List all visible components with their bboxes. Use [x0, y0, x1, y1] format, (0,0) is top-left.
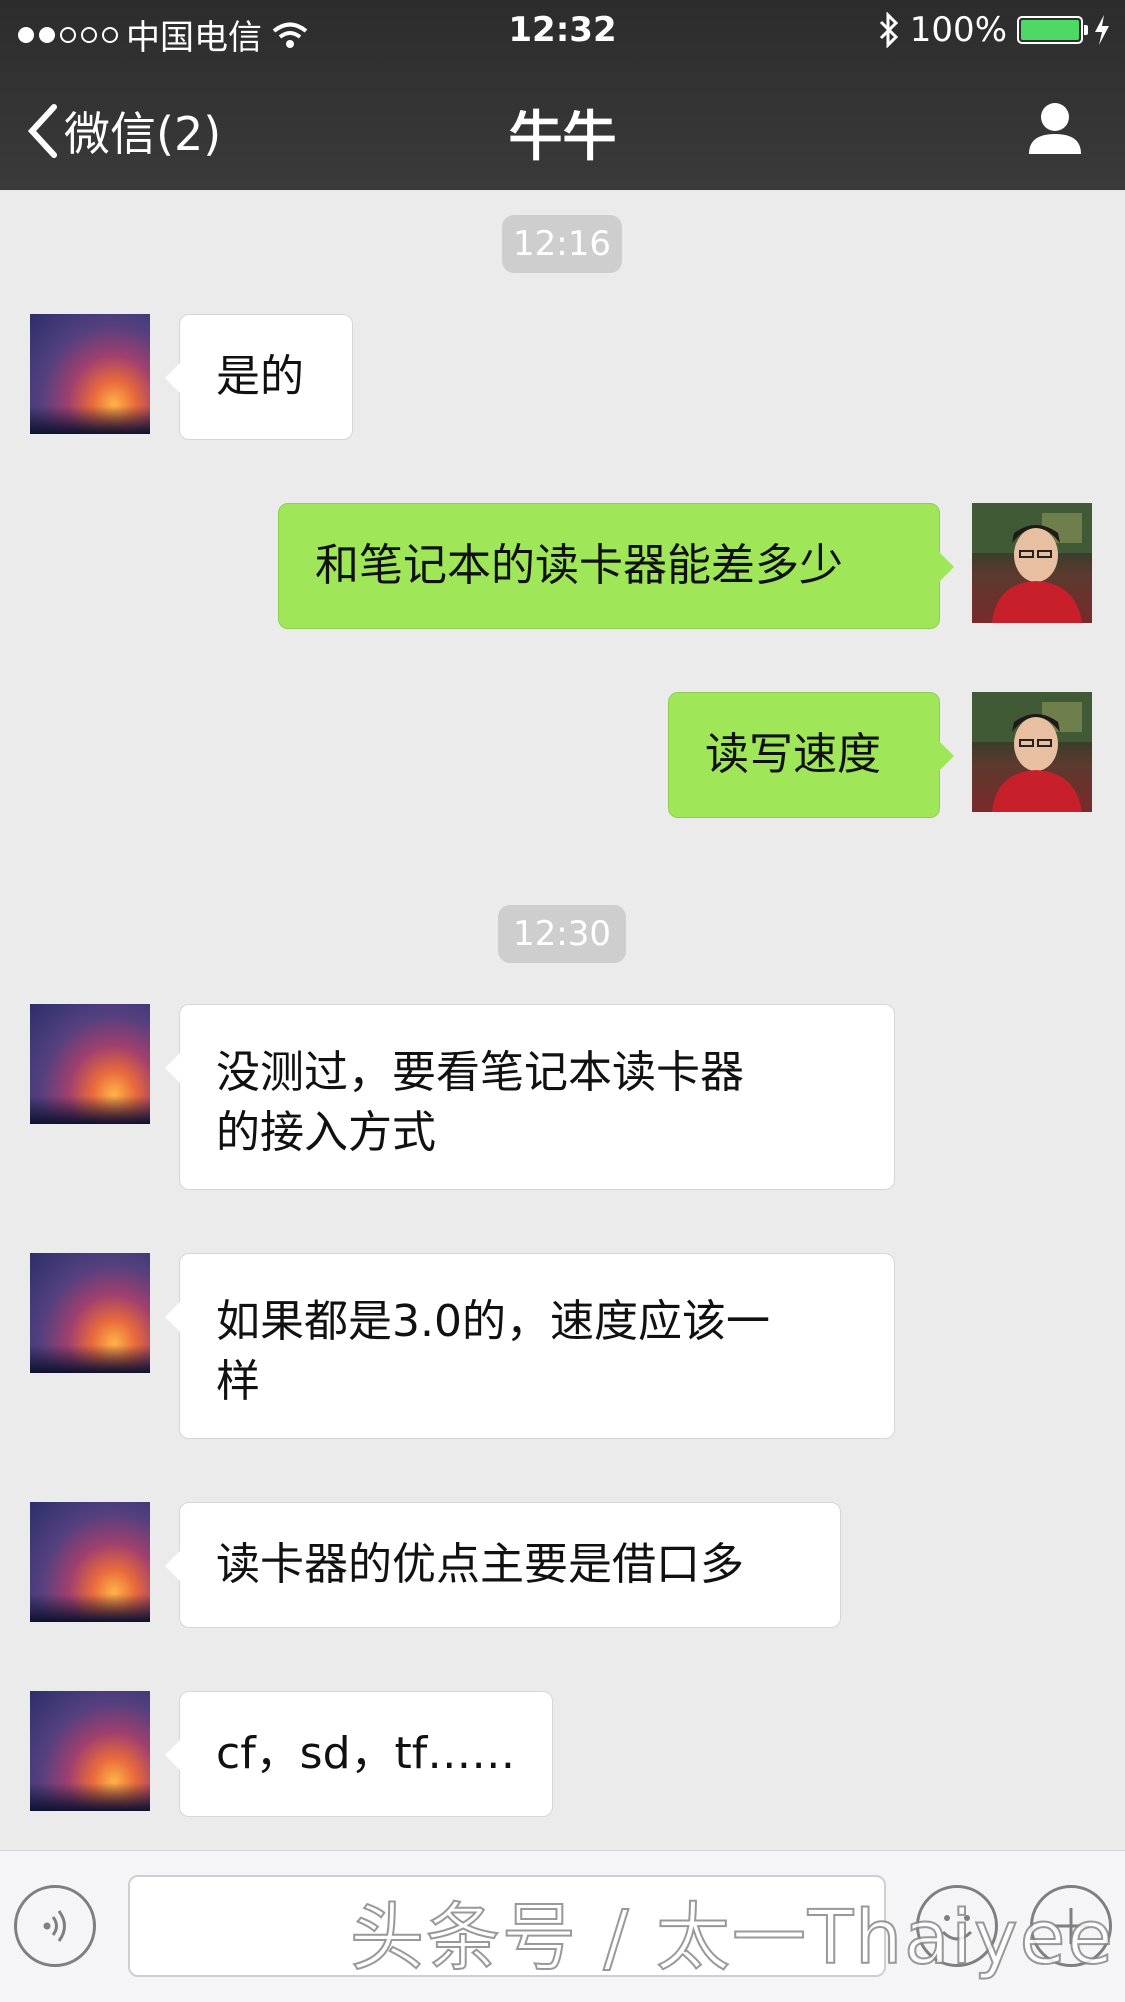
user-avatar[interactable]	[972, 503, 1092, 623]
timestamp-pill: 12:30	[498, 905, 626, 963]
watermark-text: 头条号 / 太一Thaiyee	[349, 1894, 1115, 1982]
user-avatar[interactable]	[972, 692, 1092, 812]
message-text: 读写速度	[705, 729, 881, 780]
incoming-message-bubble[interactable]: 没测过，要看笔记本读卡器 的接入方式	[165, 1004, 895, 1190]
outgoing-message-bubble[interactable]: 读写速度	[668, 692, 954, 818]
voice-icon	[43, 1910, 66, 1942]
status-right: 100%	[878, 10, 1111, 50]
contact-avatar[interactable]	[30, 1691, 150, 1811]
voice-input-button[interactable]	[14, 1885, 96, 1967]
battery-icon	[1017, 16, 1088, 44]
contact-avatar[interactable]	[30, 1253, 150, 1373]
message-text: 和笔记本的读卡器能差多少	[315, 540, 843, 591]
incoming-message-bubble[interactable]: 是的	[165, 314, 353, 440]
incoming-message-bubble[interactable]: 读卡器的优点主要是借口多	[165, 1502, 841, 1628]
person-photo-icon	[972, 503, 1092, 623]
message-text-line: 的接入方式	[216, 1107, 436, 1158]
message-text: 读卡器的优点主要是借口多	[216, 1539, 744, 1590]
message-text-line: 样	[216, 1356, 260, 1407]
charging-icon	[1095, 15, 1109, 45]
message-text-line: 没测过，要看笔记本读卡器	[216, 1047, 744, 1098]
message-text: 是的	[216, 351, 304, 402]
person-photo-icon	[972, 692, 1092, 812]
incoming-message-bubble[interactable]: 如果都是3.0的，速度应该一 样	[165, 1253, 895, 1439]
contact-avatar[interactable]	[30, 314, 150, 434]
battery-percentage: 100%	[909, 10, 1007, 50]
chat-title: 牛牛	[508, 105, 617, 168]
bluetooth-icon	[879, 12, 898, 48]
status-bar: 中国电信 12:32 100%	[0, 0, 1125, 62]
contact-avatar[interactable]	[30, 1004, 150, 1124]
outgoing-message-bubble[interactable]: 和笔记本的读卡器能差多少	[278, 503, 954, 629]
navigation-bar: 微信(2) 牛牛	[0, 62, 1125, 190]
contact-avatar[interactable]	[30, 1502, 150, 1622]
profile-icon[interactable]	[1025, 98, 1085, 158]
incoming-message-bubble[interactable]: cf，sd，tf……	[165, 1691, 553, 1817]
timestamp-pill: 12:16	[502, 215, 622, 273]
message-text: cf，sd，tf……	[216, 1728, 516, 1779]
top-bar: 中国电信 12:32 100% 微信(2) 牛牛	[0, 0, 1125, 190]
message-text-line: 如果都是3.0的，速度应该一	[216, 1296, 770, 1347]
